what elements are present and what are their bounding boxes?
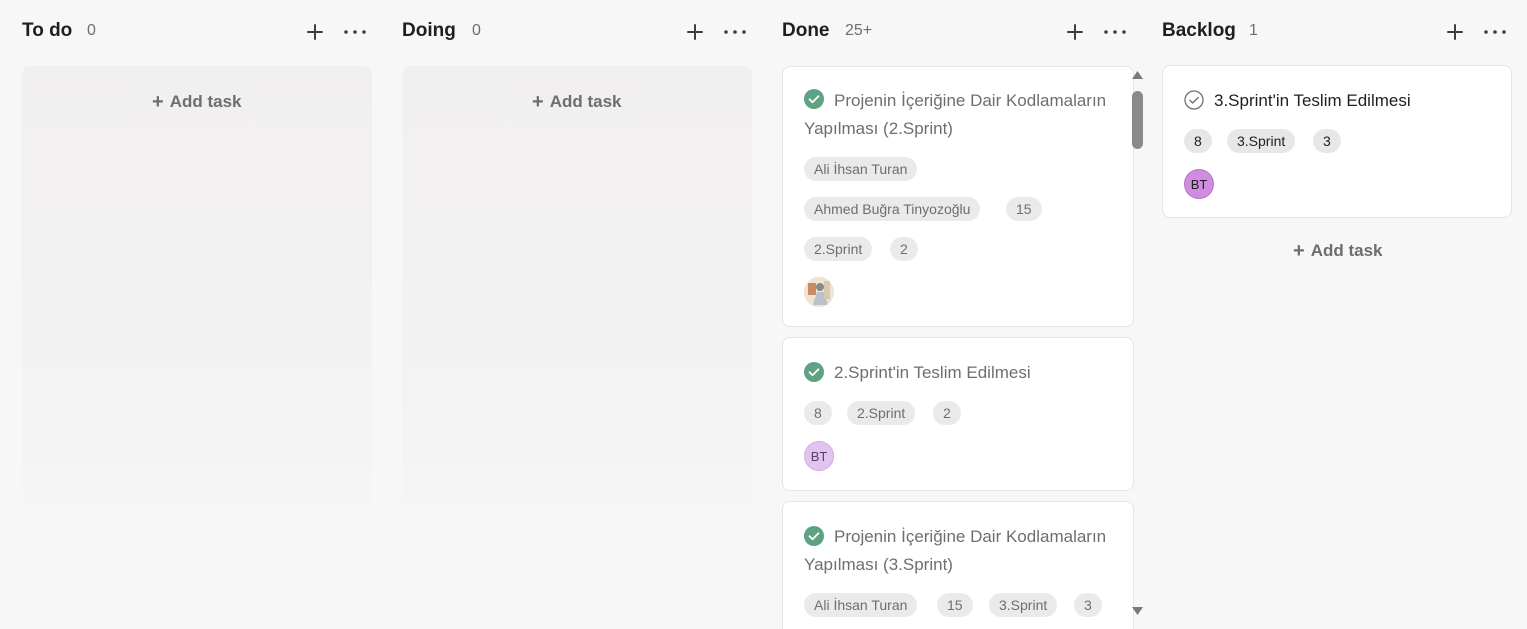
- avatar-photo-icon: [804, 277, 834, 307]
- avatar[interactable]: BT: [804, 441, 834, 471]
- column-title: Doing: [402, 20, 456, 41]
- task-card[interactable]: 2.Sprint'in Teslim Edilmesi 8 2.Sprint 2…: [782, 337, 1134, 491]
- plus-icon: +: [152, 91, 164, 113]
- add-task-label: Add task: [1310, 241, 1383, 260]
- more-horizontal-icon: [344, 30, 366, 34]
- avatar[interactable]: BT: [1184, 169, 1214, 199]
- plus-icon: +: [1293, 240, 1305, 262]
- column-options-button[interactable]: [1481, 18, 1509, 46]
- tag-pill[interactable]: Ahmed Buğra Tinyozoğlu: [804, 197, 981, 221]
- column-count: 25+: [845, 22, 873, 39]
- column-header: To do 0: [22, 18, 374, 46]
- plus-icon: [687, 24, 703, 40]
- add-task-button[interactable]: + Add task: [1293, 241, 1382, 261]
- column-title: Backlog: [1162, 20, 1236, 41]
- tag-pill[interactable]: 3: [1074, 593, 1102, 617]
- task-title-line: Yapılması (2.Sprint): [804, 119, 953, 138]
- task-card[interactable]: Projenin İçeriğine Dair Kodlamaların Yap…: [782, 66, 1134, 327]
- task-title-line: Yapılması (3.Sprint): [804, 555, 953, 574]
- add-task-button[interactable]: + Add task: [152, 92, 241, 112]
- scroll-thumb[interactable]: [1132, 91, 1143, 149]
- task-title-line: Projenin İçeriğine Dair Kodlamaların: [834, 91, 1107, 110]
- check-circle-icon[interactable]: [804, 362, 824, 382]
- tag-pill[interactable]: 2: [890, 237, 918, 261]
- kanban-board: To do 0 + Add task Doing 0 + Add task Do…: [0, 0, 1527, 629]
- add-task-header-button[interactable]: [1441, 18, 1469, 46]
- tag-pill[interactable]: 3: [1313, 129, 1341, 153]
- column-header: Doing 0: [402, 18, 754, 46]
- tag-pill[interactable]: 3.Sprint: [1227, 129, 1296, 153]
- plus-icon: [1447, 24, 1463, 40]
- plus-icon: +: [532, 91, 544, 113]
- tag-pill[interactable]: 2: [933, 401, 961, 425]
- scroll-down-arrow-icon[interactable]: [1131, 606, 1144, 616]
- tag-pill[interactable]: Ali İhsan Turan: [804, 593, 918, 617]
- more-horizontal-icon: [1104, 30, 1126, 34]
- plus-icon: [307, 24, 323, 40]
- tag-pill[interactable]: Ali İhsan Turan: [804, 157, 918, 181]
- task-title: 3.Sprint'in Teslim Edilmesi: [1214, 91, 1411, 110]
- add-task-label: Add task: [549, 92, 622, 111]
- tag-pill[interactable]: 15: [937, 593, 973, 617]
- tag-pill[interactable]: 8: [804, 401, 832, 425]
- column-done: Done 25+ Projenin İçeriğine Dair Kodlama…: [782, 0, 1134, 629]
- column-options-button[interactable]: [721, 18, 749, 46]
- column-title: Done: [782, 20, 830, 41]
- scroll-up-arrow-icon[interactable]: [1131, 70, 1144, 80]
- more-horizontal-icon: [1484, 30, 1506, 34]
- avatar[interactable]: [804, 277, 834, 307]
- column-drop-zone: + Add task: [402, 66, 752, 528]
- add-task-header-button[interactable]: [301, 18, 329, 46]
- column-count: 0: [472, 22, 481, 39]
- check-circle-icon[interactable]: [804, 89, 824, 109]
- tag-pill[interactable]: 2.Sprint: [804, 237, 873, 261]
- tag-pill[interactable]: 2.Sprint: [847, 401, 916, 425]
- column-title: To do: [22, 20, 73, 41]
- check-circle-icon[interactable]: [1184, 90, 1204, 110]
- task-title: 2.Sprint'in Teslim Edilmesi: [834, 363, 1031, 382]
- tag-pill[interactable]: 8: [1184, 129, 1212, 153]
- add-task-label: Add task: [169, 92, 242, 111]
- tag-pill[interactable]: 3.Sprint: [989, 593, 1058, 617]
- column-todo: To do 0 + Add task: [22, 0, 374, 629]
- column-drop-zone: + Add task: [22, 66, 372, 528]
- plus-icon: [1067, 24, 1083, 40]
- more-horizontal-icon: [724, 30, 746, 34]
- column-header: Done 25+: [782, 18, 1134, 46]
- column-scrollbar[interactable]: [1130, 66, 1145, 622]
- task-card[interactable]: 3.Sprint'in Teslim Edilmesi 8 3.Sprint 3…: [1162, 65, 1512, 218]
- column-options-button[interactable]: [1101, 18, 1129, 46]
- task-card[interactable]: Projenin İçeriğine Dair Kodlamaların Yap…: [782, 501, 1134, 629]
- add-task-header-button[interactable]: [1061, 18, 1089, 46]
- column-count: 1: [1249, 22, 1258, 39]
- add-task-header-button[interactable]: [681, 18, 709, 46]
- tag-pill[interactable]: 15: [1006, 197, 1042, 221]
- column-options-button[interactable]: [341, 18, 369, 46]
- check-circle-icon[interactable]: [804, 526, 824, 546]
- add-task-button[interactable]: + Add task: [532, 92, 621, 112]
- task-title-line: Projenin İçeriğine Dair Kodlamaların: [834, 527, 1107, 546]
- column-count: 0: [87, 22, 96, 39]
- column-header: Backlog 1: [1162, 18, 1514, 46]
- column-doing: Doing 0 + Add task: [402, 0, 754, 629]
- column-backlog: Backlog 1 3.Sprint'in Teslim Edilmesi 8 …: [1162, 0, 1514, 629]
